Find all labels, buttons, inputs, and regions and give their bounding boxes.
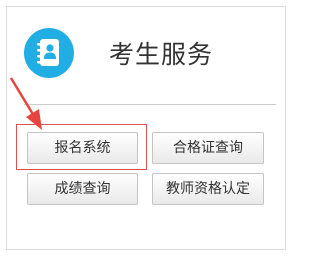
certificate-query-button[interactable]: 合格证查询 xyxy=(152,132,264,164)
divider xyxy=(24,104,276,105)
teacher-qualification-button[interactable]: 教师资格认定 xyxy=(152,173,264,205)
red-arrow-annotation-icon xyxy=(9,77,42,130)
score-query-button[interactable]: 成绩查询 xyxy=(27,173,138,205)
page-title: 考生服务 xyxy=(109,40,214,69)
